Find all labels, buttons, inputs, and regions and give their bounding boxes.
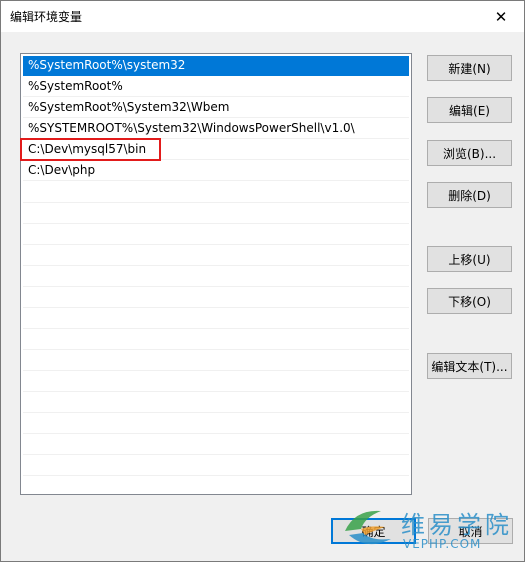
delete-button[interactable]: 删除(D) (427, 182, 512, 208)
title-bar: 编辑环境变量 ✕ (1, 1, 524, 32)
empty-row (23, 203, 409, 224)
empty-row (23, 455, 409, 476)
ok-button[interactable]: 确定 (331, 518, 416, 544)
new-button[interactable]: 新建(N) (427, 55, 512, 81)
empty-row (23, 329, 409, 350)
empty-row (23, 392, 409, 413)
browse-button[interactable]: 浏览(B)... (427, 140, 512, 166)
cancel-button[interactable]: 取消 (428, 518, 513, 544)
list-item[interactable]: %SystemRoot%\system32 (23, 56, 409, 76)
window-title: 编辑环境变量 (10, 10, 83, 24)
move-down-button[interactable]: 下移(O) (427, 288, 512, 314)
list-item[interactable]: C:\Dev\php (23, 161, 409, 181)
list-item[interactable]: %SystemRoot%\System32\Wbem (23, 98, 409, 118)
empty-row (23, 413, 409, 434)
edit-button[interactable]: 编辑(E) (427, 97, 512, 123)
empty-row (23, 308, 409, 329)
edit-env-var-dialog: 编辑环境变量 ✕ %SystemRoot%\system32 %SystemRo… (0, 0, 525, 562)
move-up-button[interactable]: 上移(U) (427, 246, 512, 272)
list-item[interactable]: C:\Dev\mysql57\bin (23, 140, 409, 160)
empty-row (23, 266, 409, 287)
edit-text-button[interactable]: 编辑文本(T)... (427, 353, 512, 379)
path-list[interactable]: %SystemRoot%\system32 %SystemRoot% %Syst… (20, 53, 412, 495)
empty-row (23, 224, 409, 245)
empty-row (23, 350, 409, 371)
empty-row (23, 371, 409, 392)
list-item[interactable]: %SYSTEMROOT%\System32\WindowsPowerShell\… (23, 119, 409, 139)
list-item[interactable]: %SystemRoot% (23, 77, 409, 97)
empty-row (23, 182, 409, 203)
empty-row (23, 287, 409, 308)
close-icon[interactable]: ✕ (478, 1, 524, 32)
empty-row (23, 245, 409, 266)
empty-row (23, 434, 409, 455)
